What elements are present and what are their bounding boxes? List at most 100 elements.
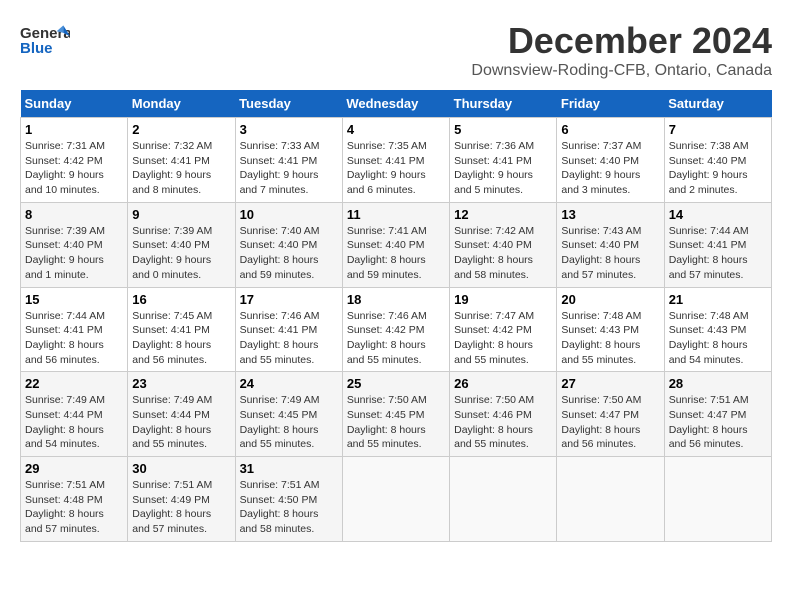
calendar-header-row: SundayMondayTuesdayWednesdayThursdayFrid…: [21, 90, 772, 118]
day-number: 23: [132, 376, 230, 391]
day-info: Sunrise: 7:40 AMSunset: 4:40 PMDaylight:…: [240, 224, 338, 283]
calendar-cell: 2 Sunrise: 7:32 AMSunset: 4:41 PMDaylight…: [128, 118, 235, 203]
day-info: Sunrise: 7:50 AMSunset: 4:46 PMDaylight:…: [454, 393, 552, 452]
calendar-cell: 28 Sunrise: 7:51 AMSunset: 4:47 PMDayligh…: [664, 372, 771, 457]
day-info: Sunrise: 7:44 AMSunset: 4:41 PMDaylight:…: [25, 309, 123, 368]
calendar-header-thursday: Thursday: [450, 90, 557, 118]
calendar-cell: 25Sunrise: 7:50 AMSunset: 4:45 PMDayligh…: [342, 372, 449, 457]
day-info: Sunrise: 7:45 AMSunset: 4:41 PMDaylight:…: [132, 309, 230, 368]
day-number: 11: [347, 207, 445, 222]
day-info: Sunrise: 7:49 AMSunset: 4:45 PMDaylight:…: [240, 393, 338, 452]
calendar-header-wednesday: Wednesday: [342, 90, 449, 118]
day-info: Sunrise: 7:32 AMSunset: 4:41 PMDaylight:…: [132, 139, 230, 198]
day-number: 15: [25, 292, 123, 307]
day-number: 12: [454, 207, 552, 222]
day-info: Sunrise: 7:42 AMSunset: 4:40 PMDaylight:…: [454, 224, 552, 283]
calendar-header-saturday: Saturday: [664, 90, 771, 118]
calendar-cell: 29 Sunrise: 7:51 AMSunset: 4:48 PMDayligh…: [21, 457, 128, 542]
calendar-cell: 3Sunrise: 7:33 AMSunset: 4:41 PMDaylight…: [235, 118, 342, 203]
day-info: Sunrise: 7:46 AMSunset: 4:42 PMDaylight:…: [347, 309, 445, 368]
day-number: 19: [454, 292, 552, 307]
calendar-cell: 22Sunrise: 7:49 AMSunset: 4:44 PMDayligh…: [21, 372, 128, 457]
day-info: Sunrise: 7:50 AMSunset: 4:47 PMDaylight:…: [561, 393, 659, 452]
day-number: 14: [669, 207, 767, 222]
day-info: Sunrise: 7:41 AMSunset: 4:40 PMDaylight:…: [347, 224, 445, 283]
day-number: 17: [240, 292, 338, 307]
calendar-cell: 4 Sunrise: 7:35 AMSunset: 4:41 PMDaylight…: [342, 118, 449, 203]
day-number: 20: [561, 292, 659, 307]
day-info: Sunrise: 7:51 AMSunset: 4:48 PMDaylight:…: [25, 478, 123, 537]
calendar-cell: 26 Sunrise: 7:50 AMSunset: 4:46 PMDayligh…: [450, 372, 557, 457]
day-info: Sunrise: 7:49 AMSunset: 4:44 PMDaylight:…: [132, 393, 230, 452]
day-info: Sunrise: 7:51 AMSunset: 4:47 PMDaylight:…: [669, 393, 767, 452]
day-number: 7: [669, 122, 767, 137]
page-header: General Blue December 2024 Downsview-Rod…: [20, 20, 772, 80]
day-number: 26: [454, 376, 552, 391]
calendar-table: SundayMondayTuesdayWednesdayThursdayFrid…: [20, 90, 772, 542]
calendar-cell: 24 Sunrise: 7:49 AMSunset: 4:45 PMDayligh…: [235, 372, 342, 457]
calendar-header-sunday: Sunday: [21, 90, 128, 118]
day-info: Sunrise: 7:51 AMSunset: 4:49 PMDaylight:…: [132, 478, 230, 537]
logo-icon: General Blue: [20, 20, 70, 60]
day-number: 29: [25, 461, 123, 476]
day-number: 8: [25, 207, 123, 222]
day-info: Sunrise: 7:38 AMSunset: 4:40 PMDaylight:…: [669, 139, 767, 198]
calendar-cell: 11 Sunrise: 7:41 AMSunset: 4:40 PMDayligh…: [342, 202, 449, 287]
day-info: Sunrise: 7:37 AMSunset: 4:40 PMDaylight:…: [561, 139, 659, 198]
calendar-cell: [557, 457, 664, 542]
day-info: Sunrise: 7:47 AMSunset: 4:42 PMDaylight:…: [454, 309, 552, 368]
day-number: 31: [240, 461, 338, 476]
day-number: 30: [132, 461, 230, 476]
calendar-cell: 13 Sunrise: 7:43 AMSunset: 4:40 PMDayligh…: [557, 202, 664, 287]
day-info: Sunrise: 7:35 AMSunset: 4:41 PMDaylight:…: [347, 139, 445, 198]
day-info: Sunrise: 7:33 AMSunset: 4:41 PMDaylight:…: [240, 139, 338, 198]
day-info: Sunrise: 7:48 AMSunset: 4:43 PMDaylight:…: [669, 309, 767, 368]
day-info: Sunrise: 7:36 AMSunset: 4:41 PMDaylight:…: [454, 139, 552, 198]
day-number: 21: [669, 292, 767, 307]
day-info: Sunrise: 7:50 AMSunset: 4:45 PMDaylight:…: [347, 393, 445, 452]
day-info: Sunrise: 7:46 AMSunset: 4:41 PMDaylight:…: [240, 309, 338, 368]
calendar-cell: 7 Sunrise: 7:38 AMSunset: 4:40 PMDaylight…: [664, 118, 771, 203]
calendar-cell: [342, 457, 449, 542]
title-section: December 2024 Downsview-Roding-CFB, Onta…: [471, 20, 772, 80]
day-number: 27: [561, 376, 659, 391]
day-number: 9: [132, 207, 230, 222]
calendar-cell: 31 Sunrise: 7:51 AMSunset: 4:50 PMDayligh…: [235, 457, 342, 542]
day-info: Sunrise: 7:39 AMSunset: 4:40 PMDaylight:…: [25, 224, 123, 283]
calendar-cell: [450, 457, 557, 542]
calendar-cell: 9Sunrise: 7:39 AMSunset: 4:40 PMDaylight…: [128, 202, 235, 287]
day-info: Sunrise: 7:31 AMSunset: 4:42 PMDaylight:…: [25, 139, 123, 198]
day-info: Sunrise: 7:44 AMSunset: 4:41 PMDaylight:…: [669, 224, 767, 283]
day-info: Sunrise: 7:48 AMSunset: 4:43 PMDaylight:…: [561, 309, 659, 368]
day-number: 24: [240, 376, 338, 391]
calendar-cell: 15 Sunrise: 7:44 AMSunset: 4:41 PMDayligh…: [21, 287, 128, 372]
day-info: Sunrise: 7:51 AMSunset: 4:50 PMDaylight:…: [240, 478, 338, 537]
calendar-cell: 1 Sunrise: 7:31 AMSunset: 4:42 PMDaylight…: [21, 118, 128, 203]
day-number: 2: [132, 122, 230, 137]
day-number: 22: [25, 376, 123, 391]
day-number: 4: [347, 122, 445, 137]
day-number: 13: [561, 207, 659, 222]
day-info: Sunrise: 7:43 AMSunset: 4:40 PMDaylight:…: [561, 224, 659, 283]
day-number: 10: [240, 207, 338, 222]
svg-text:Blue: Blue: [20, 40, 53, 57]
calendar-cell: 14 Sunrise: 7:44 AMSunset: 4:41 PMDayligh…: [664, 202, 771, 287]
calendar-header-friday: Friday: [557, 90, 664, 118]
day-number: 6: [561, 122, 659, 137]
calendar-cell: 19 Sunrise: 7:47 AMSunset: 4:42 PMDayligh…: [450, 287, 557, 372]
calendar-cell: 5 Sunrise: 7:36 AMSunset: 4:41 PMDaylight…: [450, 118, 557, 203]
main-title: December 2024: [471, 20, 772, 62]
day-number: 18: [347, 292, 445, 307]
day-number: 1: [25, 122, 123, 137]
day-number: 5: [454, 122, 552, 137]
calendar-cell: 20 Sunrise: 7:48 AMSunset: 4:43 PMDayligh…: [557, 287, 664, 372]
calendar-cell: 6 Sunrise: 7:37 AMSunset: 4:40 PMDaylight…: [557, 118, 664, 203]
day-number: 28: [669, 376, 767, 391]
subtitle: Downsview-Roding-CFB, Ontario, Canada: [471, 62, 772, 80]
calendar-cell: [664, 457, 771, 542]
calendar-cell: 18 Sunrise: 7:46 AMSunset: 4:42 PMDayligh…: [342, 287, 449, 372]
calendar-cell: 10 Sunrise: 7:40 AMSunset: 4:40 PMDayligh…: [235, 202, 342, 287]
day-number: 16: [132, 292, 230, 307]
logo: General Blue: [20, 20, 70, 60]
calendar-cell: 17 Sunrise: 7:46 AMSunset: 4:41 PMDayligh…: [235, 287, 342, 372]
